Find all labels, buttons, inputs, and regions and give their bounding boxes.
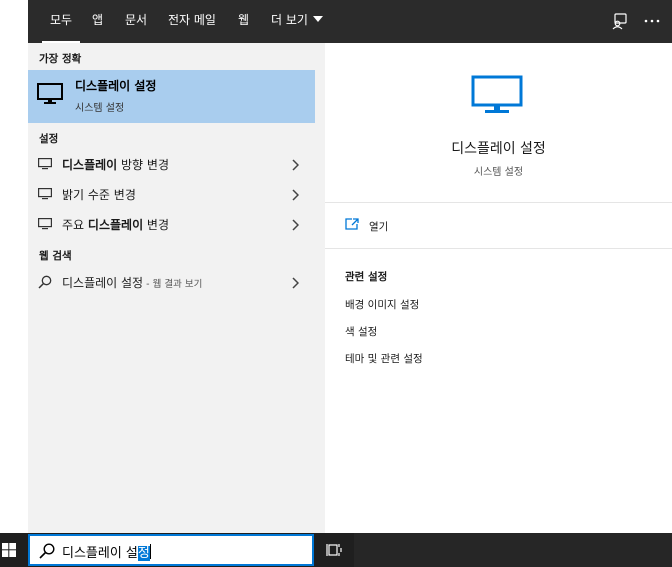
tab-email[interactable]: 전자 메일: [168, 0, 216, 43]
chevron-right-icon: [292, 219, 299, 231]
monitor-icon: [38, 188, 52, 200]
tab-documents[interactable]: 문서: [125, 0, 147, 43]
open-action[interactable]: 열기: [369, 219, 388, 234]
search-query: 디스플레이 설정: [62, 544, 151, 561]
desktop-background: [0, 0, 28, 533]
related-link-color[interactable]: 색 설정: [345, 324, 377, 339]
open-icon[interactable]: [345, 218, 359, 230]
chevron-right-icon: [292, 189, 299, 201]
web-search-header: 웹 검색: [39, 250, 72, 262]
settings-item-label: 디스플레이 방향 변경: [62, 158, 169, 172]
tab-web[interactable]: 웹: [238, 0, 249, 43]
related-link-background[interactable]: 배경 이미지 설정: [345, 297, 419, 312]
settings-item-brightness[interactable]: 밝기 수준 변경: [28, 179, 315, 209]
monitor-icon: [471, 75, 523, 113]
preview-title: 디스플레이 설정: [451, 141, 546, 157]
settings-item-main-display[interactable]: 주요 디스플레이 변경: [28, 209, 315, 239]
best-match-header: 가장 정확: [39, 53, 82, 65]
related-settings-header: 관련 설정: [345, 271, 388, 283]
search-icon: [39, 543, 55, 559]
chevron-right-icon: [292, 159, 299, 171]
tab-more-label: 더 보기: [271, 13, 308, 27]
more-icon[interactable]: [642, 11, 662, 31]
tab-all[interactable]: 모두: [41, 0, 81, 43]
preview-subtitle: 시스템 설정: [473, 167, 524, 178]
chevron-right-icon: [292, 277, 299, 289]
related-link-theme[interactable]: 테마 및 관련 설정: [345, 351, 423, 366]
search-filter-bar: 모두 앱 문서 전자 메일 웹 더 보기: [28, 0, 672, 43]
chevron-down-icon: [312, 16, 323, 22]
feedback-icon[interactable]: [610, 11, 630, 31]
settings-item-label: 주요 디스플레이 변경: [62, 218, 170, 232]
best-match-subtitle: 시스템 설정: [75, 103, 125, 114]
settings-item-orientation[interactable]: 디스플레이 방향 변경: [28, 149, 315, 179]
search-query-selection: 정: [137, 546, 150, 561]
divider: [325, 248, 672, 249]
best-match-item[interactable]: 디스플레이 설정 시스템 설정: [28, 70, 315, 123]
taskbar-apps-area: [354, 533, 672, 567]
best-match-title: 디스플레이 설정: [75, 79, 157, 93]
taskbar-search-input[interactable]: 디스플레이 설정: [28, 534, 314, 566]
search-icon: [38, 275, 52, 289]
preview-panel: 디스플레이 설정 시스템 설정 열기 관련 설정 배경 이미지 설정 색 설정 …: [325, 43, 672, 533]
windows-icon[interactable]: [2, 543, 16, 557]
text-cursor: [149, 544, 151, 559]
monitor-icon: [37, 83, 63, 104]
settings-item-label: 밝기 수준 변경: [62, 188, 136, 202]
tab-more[interactable]: 더 보기: [271, 0, 323, 43]
results-panel: 가장 정확 디스플레이 설정 시스템 설정 설정 디스플레이 방향 변경 밝기 …: [28, 43, 325, 533]
task-view-icon[interactable]: [326, 542, 342, 558]
tab-apps[interactable]: 앱: [92, 0, 103, 43]
settings-header: 설정: [39, 133, 59, 145]
web-search-item[interactable]: 디스플레이 설정 - 웹 결과 보기: [28, 267, 315, 297]
divider: [325, 202, 672, 203]
taskbar: 디스플레이 설정: [0, 533, 672, 567]
web-search-label: 디스플레이 설정 - 웹 결과 보기: [62, 276, 203, 290]
monitor-icon: [38, 158, 52, 170]
monitor-icon: [38, 218, 52, 230]
